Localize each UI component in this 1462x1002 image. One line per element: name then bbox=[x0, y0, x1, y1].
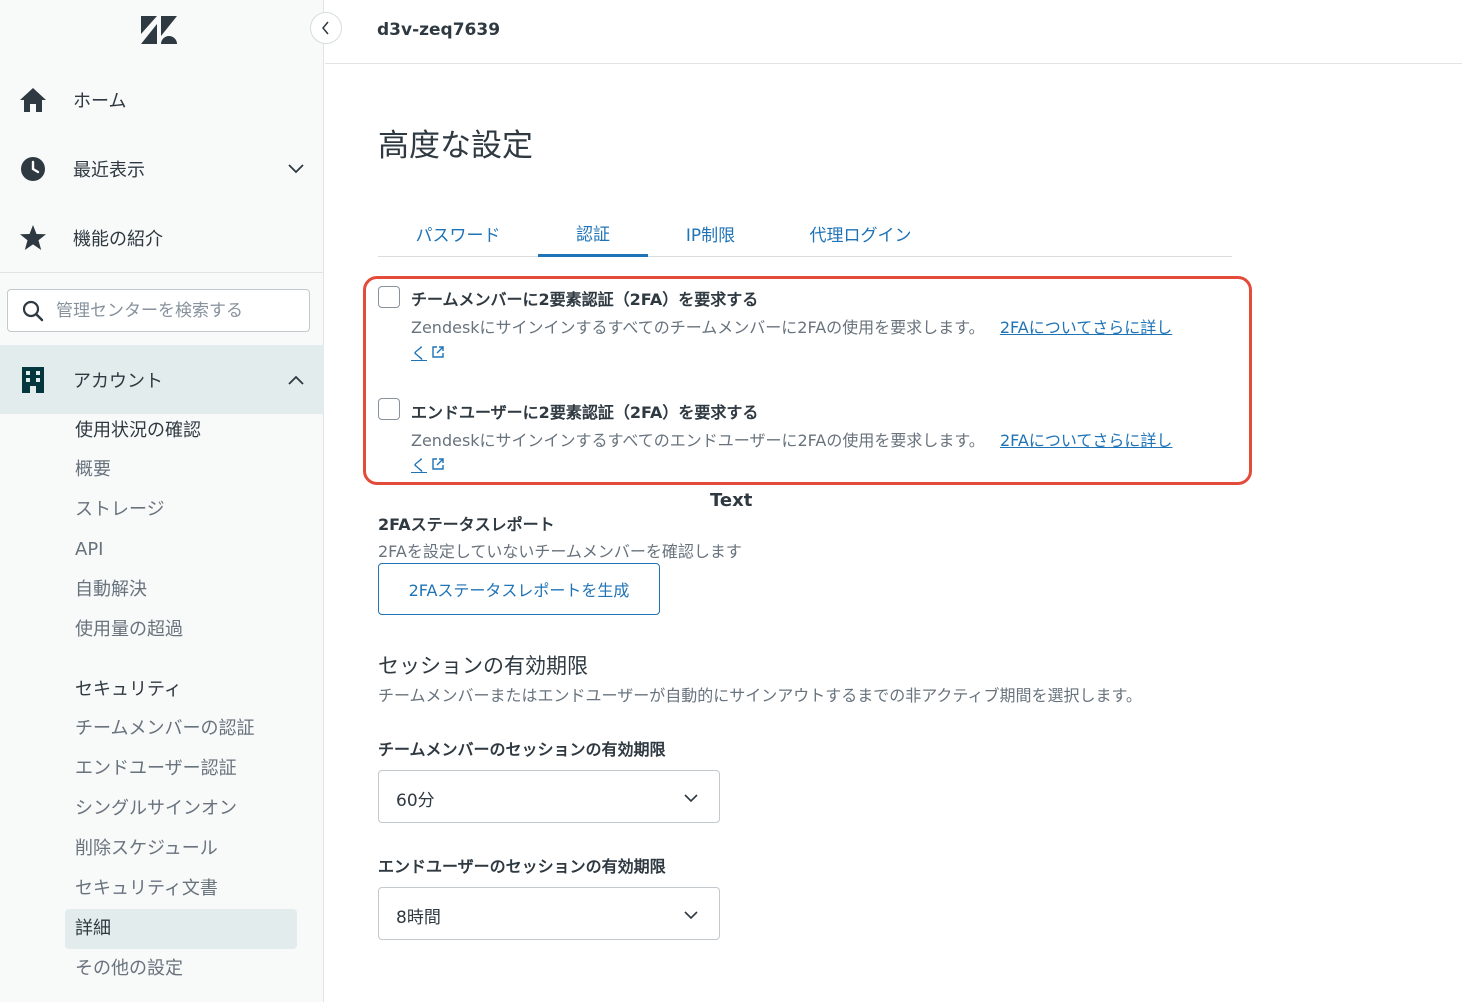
external-link-icon bbox=[432, 458, 444, 470]
tab-list: パスワード 認証 IP制限 代理ログイン bbox=[378, 210, 1232, 257]
tab-assume-login[interactable]: 代理ログイン bbox=[773, 210, 948, 257]
select-value: 60分 bbox=[396, 791, 435, 811]
nav-label: 最近表示 bbox=[73, 159, 145, 181]
nav-label: 機能の紹介 bbox=[73, 228, 163, 250]
sidebar: ホーム 最近表示 機能の紹介 アカウント bbox=[0, 0, 324, 1002]
collapse-sidebar-button[interactable] bbox=[310, 12, 342, 44]
chevron-up-icon[interactable] bbox=[286, 370, 306, 390]
chevron-down-icon[interactable] bbox=[286, 159, 306, 179]
sidebar-item-usage[interactable]: 使用状況の確認 bbox=[75, 417, 201, 445]
team-2fa-description: Zendeskにサインインするすべてのチームメンバーに2FAの使用を要求します。… bbox=[411, 314, 1172, 338]
link-text: く bbox=[411, 344, 428, 363]
nav-label: アカウント bbox=[73, 370, 163, 392]
sidebar-item-auto-resolve[interactable]: 自動解決 bbox=[75, 576, 147, 604]
sidebar-item-deletion-schedule[interactable]: 削除スケジュール bbox=[75, 835, 218, 863]
team-session-select[interactable]: 60分 bbox=[378, 770, 720, 823]
team-2fa-description-text: Zendeskにサインインするすべてのチームメンバーに2FAの使用を要求します。 bbox=[411, 318, 985, 337]
sidebar-item-security-docs[interactable]: セキュリティ文書 bbox=[75, 875, 218, 903]
sidebar-item-overview[interactable]: 概要 bbox=[75, 456, 111, 484]
building-icon bbox=[18, 365, 48, 395]
sidebar-item-end-user-auth[interactable]: エンドユーザー認証 bbox=[75, 755, 237, 783]
sidebar-item-overage[interactable]: 使用量の超過 bbox=[75, 616, 183, 644]
tab-ip-restrictions[interactable]: IP制限 bbox=[648, 210, 773, 257]
generate-2fa-report-button[interactable]: 2FAステータスレポートを生成 bbox=[378, 563, 660, 615]
sidebar-item-sso[interactable]: シングルサインオン bbox=[75, 795, 237, 823]
search-icon bbox=[22, 300, 44, 322]
team-2fa-checkbox[interactable] bbox=[378, 286, 400, 308]
chevron-left-icon bbox=[322, 21, 329, 35]
nav-item-home[interactable]: ホーム bbox=[0, 65, 324, 134]
select-value: 8時間 bbox=[396, 908, 441, 928]
team-session-label: チームメンバーのセッションの有効期限 bbox=[378, 740, 666, 759]
end-user-2fa-checkbox[interactable] bbox=[378, 398, 400, 420]
end-user-2fa-description: Zendeskにサインインするすべてのエンドユーザーに2FAの使用を要求します。… bbox=[411, 427, 1172, 451]
sidebar-item-other-settings[interactable]: その他の設定 bbox=[75, 955, 183, 983]
team-2fa-learn-more-link-cont[interactable]: く bbox=[411, 340, 445, 364]
nav-item-features[interactable]: 機能の紹介 bbox=[0, 203, 324, 272]
search-input[interactable] bbox=[56, 298, 301, 324]
sidebar-item-team-auth[interactable]: チームメンバーの認証 bbox=[75, 715, 254, 743]
end-user-2fa-description-text: Zendeskにサインインするすべてのエンドユーザーに2FAの使用を要求します。 bbox=[411, 431, 985, 450]
report-title: 2FAステータスレポート bbox=[378, 515, 555, 534]
session-description: チームメンバーまたはエンドユーザーが自動的にサインアウトするまでの非アクティブ期… bbox=[378, 686, 1142, 705]
clock-icon bbox=[18, 154, 48, 184]
zendesk-logo-icon[interactable] bbox=[141, 16, 177, 44]
page-title: 高度な設定 bbox=[378, 128, 533, 164]
tab-authentication[interactable]: 認証 bbox=[538, 210, 648, 257]
nav-label: ホーム bbox=[73, 90, 127, 112]
link-text: く bbox=[411, 456, 428, 475]
search-box[interactable] bbox=[7, 289, 310, 332]
annotation-text-label: Text bbox=[710, 490, 753, 511]
end-user-2fa-learn-more-link-cont[interactable]: く bbox=[411, 452, 445, 476]
security-section-header: セキュリティ bbox=[75, 679, 182, 700]
team-2fa-learn-more-link[interactable]: 2FAについてさらに詳し bbox=[1000, 318, 1172, 337]
star-icon bbox=[18, 223, 48, 253]
external-link-icon bbox=[432, 346, 444, 358]
session-title: セッションの有効期限 bbox=[378, 654, 588, 678]
home-icon bbox=[18, 85, 48, 115]
team-2fa-label: チームメンバーに2要素認証（2FA）を要求する bbox=[411, 290, 759, 309]
report-description: 2FAを設定していないチームメンバーを確認します bbox=[378, 542, 742, 561]
end-user-2fa-learn-more-link[interactable]: 2FAについてさらに詳し bbox=[1000, 431, 1172, 450]
sidebar-item-storage[interactable]: ストレージ bbox=[75, 496, 165, 524]
sidebar-item-advanced[interactable]: 詳細 bbox=[65, 909, 297, 949]
divider bbox=[0, 272, 324, 273]
end-user-session-label: エンドユーザーのセッションの有効期限 bbox=[378, 857, 666, 876]
chevron-down-icon bbox=[684, 794, 698, 803]
tab-password[interactable]: パスワード bbox=[378, 210, 538, 257]
end-user-session-select[interactable]: 8時間 bbox=[378, 887, 720, 940]
nav-item-recent[interactable]: 最近表示 bbox=[0, 134, 324, 203]
nav-item-account[interactable]: アカウント bbox=[0, 345, 324, 414]
end-user-2fa-label: エンドユーザーに2要素認証（2FA）を要求する bbox=[411, 403, 759, 422]
top-bar: d3v-zeq7639 bbox=[325, 0, 1462, 64]
workspace-name: d3v-zeq7639 bbox=[377, 20, 501, 40]
sidebar-item-api[interactable]: API bbox=[75, 536, 103, 564]
chevron-down-icon bbox=[684, 911, 698, 920]
